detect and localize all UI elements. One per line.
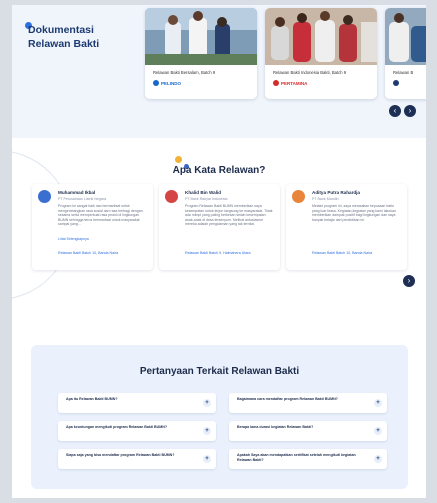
testimonial-program: Relawan Bakti Batch 10, Banda Naira: [58, 251, 119, 255]
testimonial-name: Aditya Putra Rahardja: [312, 190, 360, 195]
testimonial-org: PT Perusahaan Listrik Negara: [58, 197, 107, 201]
documentation-card[interactable]: Relawan Bakti Indonesia Bakti, Batch 9 P…: [265, 8, 377, 99]
testimonial-org: PT Bank Rakyat Indonesia: [185, 197, 228, 201]
faq-question: Siapa saja yang bisa mendaftar program R…: [66, 453, 175, 457]
documentation-photo: [265, 8, 377, 65]
brand-logo-icon: [153, 80, 159, 86]
documentation-card[interactable]: Relawan Bakti Bersalam, Batch 9 PELINDO: [145, 8, 257, 99]
documentation-card[interactable]: Relawan B: [385, 8, 426, 99]
testimonial-card: Aditya Putra Rahardja PT Bank Mandiri Me…: [286, 184, 407, 270]
chevron-left-icon: ‹: [393, 106, 397, 115]
testimonial-card: Khalid Bin Walid PT Bank Rakyat Indonesi…: [159, 184, 280, 270]
avatar: [165, 190, 178, 203]
brand-logo-icon: [393, 80, 399, 86]
chevron-right-icon: ›: [407, 276, 411, 285]
testimonial-text: Program ini sangat baik dan bermanfaat u…: [58, 204, 143, 227]
faq-question: Apa keuntungan mengikuti program Relawan…: [66, 425, 168, 429]
faq-question: Bagaimana cara mendaftar program Relawan…: [237, 397, 338, 401]
faq-item[interactable]: Apakah Saya akan mendapatkan sertifikat …: [229, 449, 387, 469]
brand-name: PERTAMINA: [281, 80, 308, 86]
brand-name: PELINDO: [161, 80, 182, 86]
faq-item[interactable]: Bagaimana cara mendaftar program Relawan…: [229, 393, 387, 413]
card-brand: PERTAMINA: [273, 80, 307, 86]
carousel-next-button[interactable]: ›: [404, 105, 416, 117]
testimonial-text: Program Relawan Bakti BUMN memberikan sa…: [185, 204, 273, 227]
plus-icon[interactable]: +: [374, 427, 382, 435]
card-caption: Relawan B: [393, 70, 414, 75]
accent-dot: [175, 156, 182, 163]
avatar: [38, 190, 51, 203]
faq-item[interactable]: Apa itu Relawan Bakti BUMN? +: [58, 393, 216, 413]
avatar: [292, 190, 305, 203]
card-brand: PELINDO: [153, 80, 181, 86]
testimonial-org: PT Bank Mandiri: [312, 197, 339, 201]
documentation-title: Dokumentasi Relawan Bakti: [28, 24, 100, 50]
plus-icon[interactable]: +: [203, 399, 211, 407]
testimonial-program: Relawan Bakti Batch 9, Halmahera Utara: [185, 251, 251, 255]
testimonials-next-button[interactable]: ›: [403, 275, 415, 287]
testimonial-program: Relawan Bakti Batch 10, Banda Naira: [312, 251, 373, 255]
plus-icon[interactable]: +: [203, 427, 211, 435]
documentation-photo: [385, 8, 426, 65]
faq-question: Apakah Saya akan mendapatkan sertifikat …: [237, 453, 356, 462]
testimonial-text: Melalui program ini, saya merasakan kepu…: [312, 204, 396, 222]
card-caption: Relawan Bakti Indonesia Bakti, Batch 9: [273, 70, 347, 75]
plus-icon[interactable]: +: [374, 399, 382, 407]
faq-item[interactable]: Siapa saja yang bisa mendaftar program R…: [58, 449, 216, 469]
read-more-link[interactable]: Lihat Selengkapnya: [58, 237, 89, 241]
testimonial-name: Khalid Bin Walid: [185, 190, 222, 195]
faq-section: Pertanyaan Terkait Relawan Bakti Apa itu…: [31, 345, 408, 489]
faq-item[interactable]: Berapa lama durasi kegiatan Relawan Bakt…: [229, 421, 387, 441]
documentation-photo: [145, 8, 257, 65]
chevron-right-icon: ›: [408, 106, 412, 115]
documentation-section: Dokumentasi Relawan Bakti Relawan Bakti …: [12, 5, 426, 138]
faq-title: Pertanyaan Terkait Relawan Bakti: [139, 366, 300, 377]
plus-icon[interactable]: +: [203, 455, 211, 463]
brand-logo-icon: [273, 80, 279, 86]
faq-item[interactable]: Apa keuntungan mengikuti program Relawan…: [58, 421, 216, 441]
faq-question: Berapa lama durasi kegiatan Relawan Bakt…: [237, 425, 314, 429]
card-caption: Relawan Bakti Bersalam, Batch 9: [153, 70, 216, 75]
testimonial-card: Muhammad Ikbal PT Perusahaan Listrik Neg…: [32, 184, 153, 270]
carousel-prev-button[interactable]: ‹: [389, 105, 401, 117]
page: Dokumentasi Relawan Bakti Relawan Bakti …: [12, 5, 426, 498]
faq-question: Apa itu Relawan Bakti BUMN?: [66, 397, 118, 401]
testimonials-title: Apa Kata Relawan?: [172, 165, 266, 176]
plus-icon[interactable]: +: [374, 455, 382, 463]
testimonial-name: Muhammad Ikbal: [58, 190, 96, 195]
card-brand: [393, 80, 399, 86]
